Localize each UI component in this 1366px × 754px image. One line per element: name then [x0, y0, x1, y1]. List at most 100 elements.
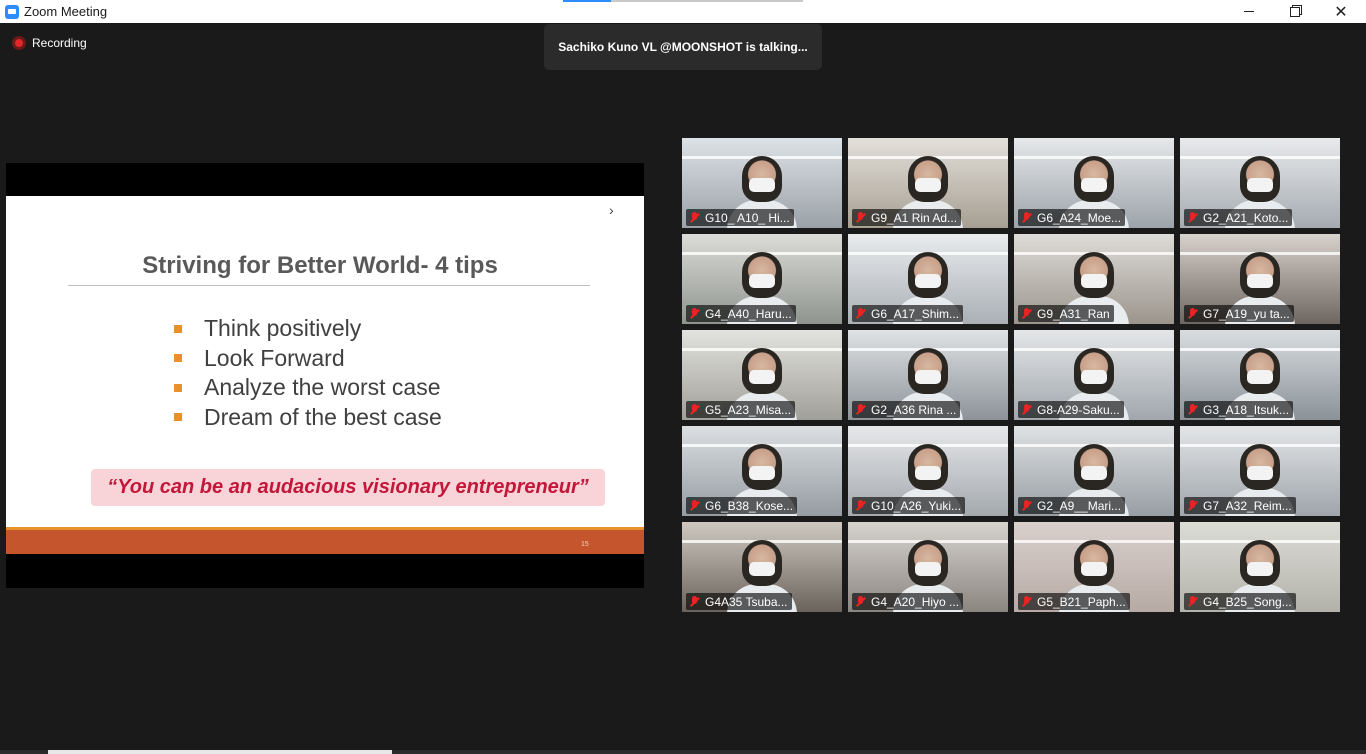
slide-bullet: Think positively	[174, 314, 442, 344]
muted-mic-icon	[688, 307, 701, 320]
slide-bullet-list: Think positively Look Forward Analyze th…	[174, 314, 442, 432]
close-button[interactable]: ✕	[1318, 0, 1364, 23]
participant-nameplate: G10_A26_Yuki...	[852, 497, 966, 514]
participant-video-tile[interactable]: G10_ A10_ Hi...	[682, 138, 842, 228]
slide-title: Striving for Better World- 4 tips	[142, 252, 498, 279]
participant-name: G5_B21_Paph...	[1037, 594, 1126, 609]
muted-mic-icon	[854, 211, 867, 224]
participant-mask	[1081, 178, 1107, 192]
participant-video-tile[interactable]: G6_B38_Kose...	[682, 426, 842, 516]
participant-nameplate: G6_A17_Shim...	[852, 305, 964, 322]
muted-mic-icon	[1020, 499, 1033, 512]
participant-video-tile[interactable]: G2_A36 Rina ...	[848, 330, 1008, 420]
participant-name: G6_A24_Moe...	[1037, 210, 1122, 225]
participant-nameplate: G7_A19_yu ta...	[1184, 305, 1294, 322]
muted-mic-icon	[688, 211, 701, 224]
participant-video-tile[interactable]: G4A35 Tsuba...	[682, 522, 842, 612]
participant-video-tile[interactable]: G8-A29-Saku...	[1014, 330, 1174, 420]
muted-mic-icon	[1020, 211, 1033, 224]
participant-nameplate: G5_A23_Misa...	[686, 401, 796, 418]
participant-name: G9_A1 Rin Ad...	[871, 210, 958, 225]
participant-mask	[915, 178, 941, 192]
participant-mask	[915, 562, 941, 576]
participant-nameplate: G2_A9__Mari...	[1018, 497, 1126, 514]
participant-video-tile[interactable]: G3_A18_Itsuk...	[1180, 330, 1340, 420]
participant-video-tile[interactable]: G4_A40_Haru...	[682, 234, 842, 324]
participant-name: G10_ A10_ Hi...	[705, 210, 790, 225]
participant-mask	[1247, 178, 1273, 192]
chevron-right-icon: ›	[609, 202, 614, 218]
participant-name: G9_A31_Ran	[1037, 306, 1110, 321]
maximize-button[interactable]	[1272, 0, 1318, 23]
active-speaker-banner: Sachiko Kuno VL @MOONSHOT is talking...	[544, 24, 822, 70]
participant-video-tile[interactable]: G7_A32_Reim...	[1180, 426, 1340, 516]
participant-video-tile[interactable]: G6_A24_Moe...	[1014, 138, 1174, 228]
participant-mask	[915, 274, 941, 288]
participant-video-tile[interactable]: G4_A20_Hiyo ...	[848, 522, 1008, 612]
participant-mask	[1247, 466, 1273, 480]
participant-nameplate: G4A35 Tsuba...	[686, 593, 792, 610]
participant-video-tile[interactable]: G5_A23_Misa...	[682, 330, 842, 420]
participant-name: G4A35 Tsuba...	[705, 594, 788, 609]
participant-nameplate: G9_A1 Rin Ad...	[852, 209, 962, 226]
participant-name: G3_A18_Itsuk...	[1203, 402, 1290, 417]
participant-video-tile[interactable]: G2_A21_Koto...	[1180, 138, 1340, 228]
participant-mask	[749, 466, 775, 480]
participant-mask	[1247, 274, 1273, 288]
participant-mask	[749, 178, 775, 192]
participant-nameplate: G6_A24_Moe...	[1018, 209, 1126, 226]
participant-nameplate: G2_A21_Koto...	[1184, 209, 1293, 226]
muted-mic-icon	[1020, 307, 1033, 320]
taskbar	[0, 750, 1366, 754]
title-bar: Zoom Meeting ✕	[0, 0, 1366, 23]
participant-nameplate: G6_B38_Kose...	[686, 497, 798, 514]
participant-name: G4_A40_Haru...	[705, 306, 792, 321]
slide-footer: 15	[6, 527, 644, 554]
slide-bullet: Look Forward	[174, 344, 442, 374]
participant-mask	[1081, 370, 1107, 384]
slide-divider	[68, 285, 590, 286]
participant-video-tile[interactable]: G4_B25_Song...	[1180, 522, 1340, 612]
participant-nameplate: G9_A31_Ran	[1018, 305, 1114, 322]
muted-mic-icon	[1186, 211, 1199, 224]
participant-nameplate: G4_A40_Haru...	[686, 305, 796, 322]
recording-icon	[12, 36, 26, 50]
shared-screen[interactable]: › Striving for Better World- 4 tips Thin…	[6, 163, 644, 588]
minimize-button[interactable]	[1226, 0, 1272, 23]
participant-name: G4_A20_Hiyo ...	[871, 594, 960, 609]
meeting-area: Recording Sachiko Kuno VL @MOONSHOT is t…	[0, 23, 1366, 754]
recording-label: Recording	[32, 36, 87, 50]
participant-video-tile[interactable]: G9_A1 Rin Ad...	[848, 138, 1008, 228]
participant-name: G5_A23_Misa...	[705, 402, 792, 417]
participant-nameplate: G7_A32_Reim...	[1184, 497, 1296, 514]
muted-mic-icon	[688, 499, 701, 512]
participant-mask	[1247, 370, 1273, 384]
participant-video-tile[interactable]: G6_A17_Shim...	[848, 234, 1008, 324]
muted-mic-icon	[1020, 595, 1033, 608]
muted-mic-icon	[1186, 403, 1199, 416]
muted-mic-icon	[854, 499, 867, 512]
participant-nameplate: G4_A20_Hiyo ...	[852, 593, 964, 610]
participant-name: G10_A26_Yuki...	[871, 498, 962, 513]
muted-mic-icon	[854, 403, 867, 416]
participant-name: G6_A17_Shim...	[871, 306, 960, 321]
participant-mask	[749, 274, 775, 288]
participant-video-tile[interactable]: G2_A9__Mari...	[1014, 426, 1174, 516]
presentation-slide: › Striving for Better World- 4 tips Thin…	[6, 196, 644, 554]
muted-mic-icon	[688, 595, 701, 608]
participant-video-tile[interactable]: G9_A31_Ran	[1014, 234, 1174, 324]
participant-name: G8-A29-Saku...	[1037, 402, 1120, 417]
participant-mask	[1247, 562, 1273, 576]
participant-nameplate: G3_A18_Itsuk...	[1184, 401, 1294, 418]
participant-video-tile[interactable]: G7_A19_yu ta...	[1180, 234, 1340, 324]
participant-name: G2_A21_Koto...	[1203, 210, 1289, 225]
participant-video-tile[interactable]: G10_A26_Yuki...	[848, 426, 1008, 516]
participant-mask	[915, 370, 941, 384]
participant-video-tile[interactable]: G5_B21_Paph...	[1014, 522, 1174, 612]
muted-mic-icon	[1186, 595, 1199, 608]
participant-nameplate: G5_B21_Paph...	[1018, 593, 1130, 610]
participant-mask	[1081, 562, 1107, 576]
muted-mic-icon	[854, 307, 867, 320]
participant-mask	[915, 466, 941, 480]
recording-indicator[interactable]: Recording	[12, 36, 87, 50]
